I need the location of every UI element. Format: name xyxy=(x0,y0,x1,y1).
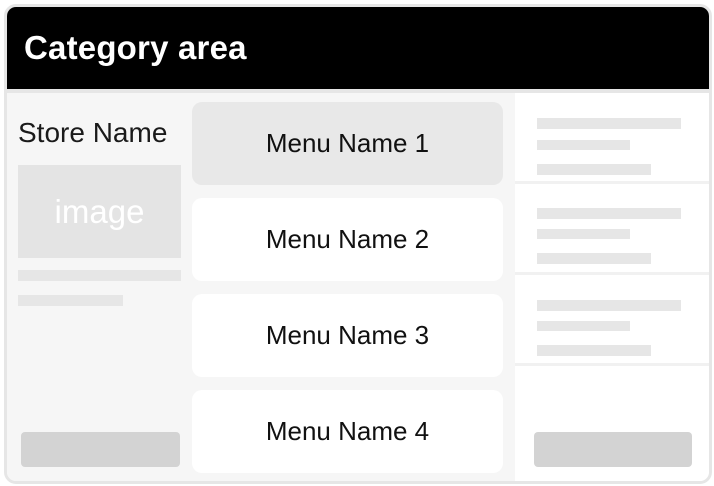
detail-placeholder-line xyxy=(537,208,681,219)
store-text-placeholder-line xyxy=(18,270,181,281)
detail-placeholder-line xyxy=(537,140,630,150)
menu-item-label: Menu Name 3 xyxy=(265,320,430,350)
menu-list: Menu Name 1 Menu Name 2 Menu Name 3 Menu… xyxy=(189,93,515,481)
store-action-button[interactable] xyxy=(21,432,180,467)
menu-item-4[interactable]: Menu Name 4 xyxy=(192,390,503,473)
menu-item-label: Menu Name 4 xyxy=(265,416,430,446)
store-name: Store Name xyxy=(18,117,168,148)
detail-placeholder-line xyxy=(537,118,681,129)
store-text-placeholder-line xyxy=(18,295,123,306)
menu-item-label: Menu Name 2 xyxy=(265,224,430,254)
detail-item[interactable] xyxy=(515,93,709,184)
store-panel: Store Name image xyxy=(7,93,189,481)
detail-placeholder-line xyxy=(537,321,630,331)
detail-item[interactable] xyxy=(515,184,709,275)
store-image-label: image xyxy=(54,192,145,230)
category-title: Category area xyxy=(24,29,247,66)
menu-item-label: Menu Name 1 xyxy=(265,128,430,158)
detail-placeholder-line xyxy=(537,229,630,239)
app-frame: Category area Store Name image Menu Name… xyxy=(4,4,712,484)
menu-item-2[interactable]: Menu Name 2 xyxy=(192,198,503,281)
detail-item[interactable] xyxy=(515,275,709,366)
detail-action-button[interactable] xyxy=(534,432,692,467)
detail-placeholder-line xyxy=(537,300,681,311)
store-image-placeholder: image xyxy=(18,165,181,258)
category-header: Category area xyxy=(7,7,709,89)
detail-panel xyxy=(515,93,709,481)
menu-item-1[interactable]: Menu Name 1 xyxy=(192,102,503,185)
detail-placeholder-line xyxy=(537,345,651,356)
menu-item-3[interactable]: Menu Name 3 xyxy=(192,294,503,377)
detail-placeholder-line xyxy=(537,253,651,264)
detail-placeholder-line xyxy=(537,164,651,175)
